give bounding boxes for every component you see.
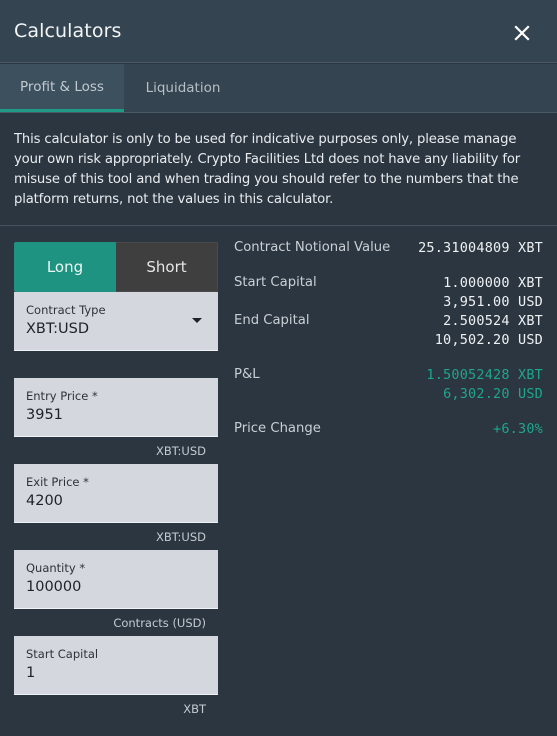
- chevron-down-icon: [192, 318, 202, 323]
- pnl-xbt: 1.50052428 XBT: [426, 367, 543, 383]
- close-button[interactable]: [510, 21, 534, 45]
- side-toggle: Long Short: [14, 242, 218, 292]
- exit-price-field[interactable]: Exit Price * 4200: [14, 464, 218, 523]
- quantity-value: 100000: [26, 579, 82, 595]
- price-change-value: +6.30%: [493, 421, 543, 437]
- notional-value-label: Contract Notional Value: [234, 240, 391, 255]
- tab-profit-loss[interactable]: Profit & Loss: [0, 64, 124, 112]
- start-capital-xbt: 1.000000 XBT: [443, 275, 543, 291]
- calculators-header: Calculators: [0, 0, 557, 63]
- long-button[interactable]: Long: [14, 242, 116, 292]
- start-capital-unit: XBT: [183, 702, 206, 716]
- contract-type-label: Contract Type: [26, 303, 106, 317]
- end-capital-label: End Capital: [234, 313, 310, 328]
- quantity-field[interactable]: Quantity * 100000: [14, 550, 218, 609]
- entry-price-label: Entry Price *: [26, 389, 98, 403]
- contract-type-select[interactable]: Contract Type XBT:USD: [14, 292, 218, 351]
- notional-value: 25.31004809 XBT: [418, 240, 543, 256]
- start-capital-result-label: Start Capital: [234, 275, 317, 290]
- quantity-unit: Contracts (USD): [113, 616, 206, 630]
- exit-price-value: 4200: [26, 493, 63, 509]
- close-icon: [514, 25, 530, 41]
- exit-price-unit: XBT:USD: [156, 530, 206, 544]
- exit-price-label: Exit Price *: [26, 475, 89, 489]
- pnl-label: P&L: [234, 367, 260, 382]
- entry-price-unit: XBT:USD: [156, 444, 206, 458]
- calculator-tabs: Profit & Loss Liquidation: [0, 64, 557, 113]
- tab-liquidation[interactable]: Liquidation: [124, 64, 242, 112]
- short-button[interactable]: Short: [116, 242, 218, 292]
- page-title: Calculators: [14, 20, 122, 42]
- start-capital-field[interactable]: Start Capital 1: [14, 636, 218, 695]
- disclaimer-text: This calculator is only to be used for i…: [0, 113, 557, 226]
- quantity-label: Quantity *: [26, 561, 86, 575]
- pnl-usd: 6,302.20 USD: [443, 386, 543, 402]
- start-capital-value: 1: [26, 665, 36, 681]
- start-capital-label: Start Capital: [26, 647, 99, 661]
- start-capital-usd: 3,951.00 USD: [443, 294, 543, 310]
- price-change-label: Price Change: [234, 421, 321, 436]
- end-capital-xbt: 2.500524 XBT: [443, 313, 543, 329]
- entry-price-value: 3951: [26, 407, 63, 423]
- entry-price-field[interactable]: Entry Price * 3951: [14, 378, 218, 437]
- end-capital-usd: 10,502.20 USD: [434, 332, 543, 348]
- contract-type-value: XBT:USD: [26, 321, 90, 337]
